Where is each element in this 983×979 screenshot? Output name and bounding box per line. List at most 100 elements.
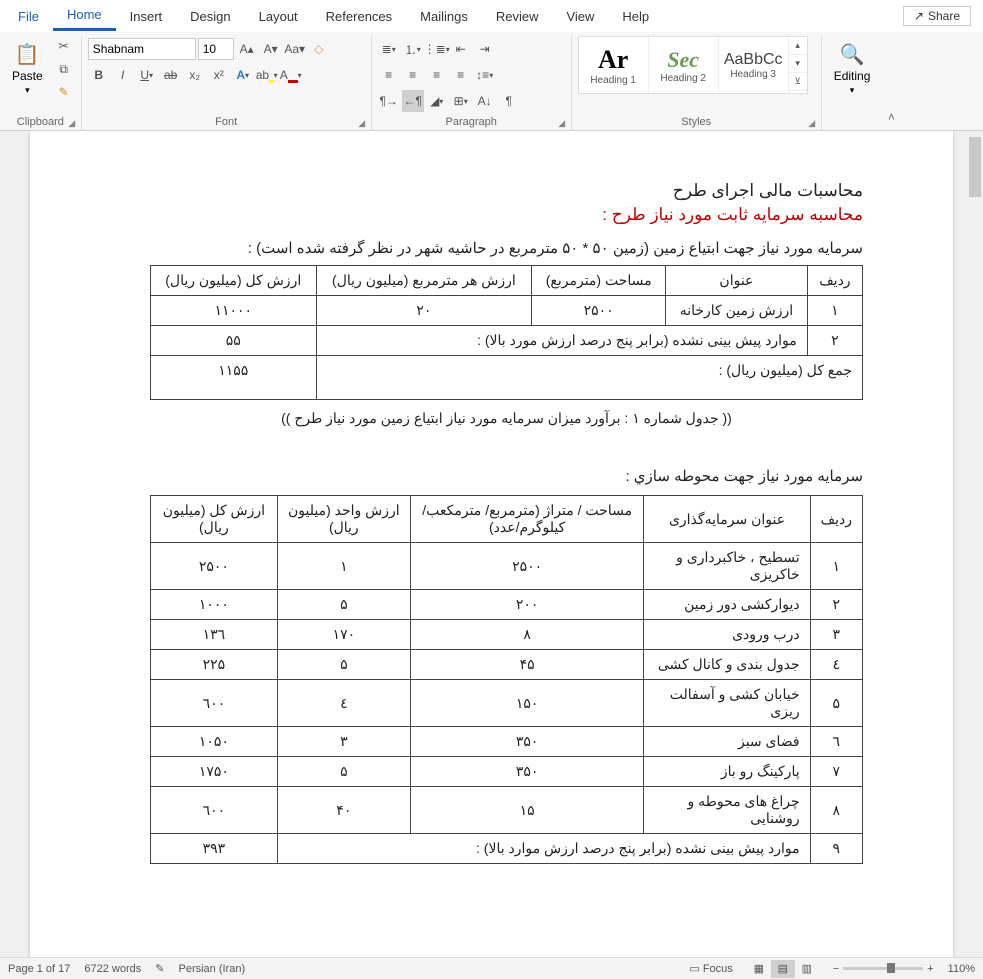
view-buttons: ▦ ▤ ▥	[747, 960, 819, 978]
borders-button[interactable]: ⊞▾	[450, 90, 472, 112]
group-clipboard: 📋 Paste ▾ ✂ ⧉ ✎ Clipboard ◢	[0, 36, 82, 130]
focus-mode-button[interactable]: ▭ Focus	[689, 962, 732, 975]
editing-button[interactable]: 🔍 Editing ▾	[828, 36, 877, 102]
styles-down-button[interactable]: ▾	[789, 55, 807, 73]
spell-check-button[interactable]: ✎	[155, 962, 164, 975]
align-center-icon: ≡	[409, 68, 416, 82]
numbering-icon: ⒈	[405, 41, 417, 58]
rtl-button[interactable]: ←¶	[402, 90, 424, 112]
clipboard-dialog-launcher[interactable]: ◢	[65, 116, 79, 130]
align-left-button[interactable]: ≡	[378, 64, 400, 86]
style-heading1[interactable]: Ar Heading 1	[579, 37, 649, 93]
paragraph-label: Paragraph	[378, 114, 565, 130]
show-marks-button[interactable]: ¶	[498, 90, 520, 112]
tab-mailings[interactable]: Mailings	[406, 3, 482, 30]
bold-button[interactable]: B	[88, 64, 110, 86]
strike-button[interactable]: ab	[160, 64, 182, 86]
font-label: Font	[88, 114, 365, 130]
tab-file[interactable]: File	[4, 3, 53, 30]
status-bar: Page 1 of 17 6722 words ✎ Persian (Iran)…	[0, 957, 983, 979]
table-row: ۳درب ورودی۸۱۷۰۱۳٦	[151, 620, 863, 650]
font-size-select[interactable]	[198, 38, 234, 60]
sort-button[interactable]: A↓	[474, 90, 496, 112]
document-page[interactable]: محاسبات مالی اجرای طرح محاسبه سرمایه ثاب…	[30, 131, 953, 957]
vertical-scrollbar[interactable]	[966, 131, 983, 957]
brush-icon: ✎	[59, 85, 69, 99]
bullets-button[interactable]: ≣▾	[378, 38, 400, 60]
superscript-button[interactable]: x²	[208, 64, 230, 86]
decrease-indent-icon: ⇤	[456, 42, 466, 56]
format-painter-button[interactable]: ✎	[53, 81, 75, 102]
tab-view[interactable]: View	[552, 3, 608, 30]
subscript-button[interactable]: x₂	[184, 64, 206, 86]
style-heading2[interactable]: Sec Heading 2	[649, 37, 719, 93]
tab-home[interactable]: Home	[53, 1, 116, 31]
table-row: ٦فضای سبز۳۵۰۳۱۰۵۰	[151, 727, 863, 757]
tab-review[interactable]: Review	[482, 3, 553, 30]
highlight-button[interactable]: ab▾	[256, 64, 278, 86]
table-row: جمع کل (میلیون ریال) : ۱۱۵۵	[151, 356, 863, 400]
zoom-level[interactable]: 110%	[948, 963, 975, 975]
increase-indent-button[interactable]: ⇥	[474, 38, 496, 60]
word-count[interactable]: 6722 words	[84, 963, 141, 975]
tab-references[interactable]: References	[312, 3, 406, 30]
clear-format-button[interactable]: ◇	[308, 38, 330, 60]
copy-button[interactable]: ⧉	[53, 59, 75, 80]
change-case-button[interactable]: Aa▾	[284, 38, 306, 60]
multilevel-button[interactable]: ⋮≣▾	[426, 38, 448, 60]
italic-button[interactable]: I	[112, 64, 134, 86]
group-editing: 🔍 Editing ▾	[822, 36, 883, 130]
table-row: ردیف عنوان سرمایه‌گذاری مساحت / متراژ (م…	[151, 496, 863, 543]
font-name-select[interactable]	[88, 38, 196, 60]
document-area: محاسبات مالی اجرای طرح محاسبه سرمایه ثاب…	[0, 131, 983, 957]
eraser-icon: ◇	[314, 42, 323, 56]
styles-more-button[interactable]: ⊻	[789, 73, 807, 91]
bullets-icon: ≣	[382, 42, 392, 56]
cut-button[interactable]: ✂	[53, 36, 75, 57]
text-effects-button[interactable]: A▾	[232, 64, 254, 86]
multilevel-icon: ⋮≣	[424, 42, 446, 56]
chevron-down-icon: ▾	[850, 85, 855, 96]
web-layout-button[interactable]: ▥	[795, 960, 819, 978]
grow-font-button[interactable]: A▴	[236, 38, 258, 60]
decrease-indent-button[interactable]: ⇤	[450, 38, 472, 60]
ltr-icon: ¶→	[379, 94, 397, 108]
zoom-thumb[interactable]	[887, 963, 895, 973]
tab-insert[interactable]: Insert	[116, 3, 177, 30]
paragraph-dialog-launcher[interactable]: ◢	[555, 116, 569, 130]
underline-button[interactable]: U▾	[136, 64, 158, 86]
shrink-font-button[interactable]: A▾	[260, 38, 282, 60]
align-right-button[interactable]: ≡	[426, 64, 448, 86]
zoom-slider[interactable]	[843, 967, 923, 970]
tab-layout[interactable]: Layout	[245, 3, 312, 30]
numbering-button[interactable]: ⒈▾	[402, 38, 424, 60]
zoom-out-button[interactable]: −	[833, 963, 839, 975]
styles-up-button[interactable]: ▴	[789, 37, 807, 55]
pilcrow-icon: ¶	[505, 94, 511, 108]
up-arrow-icon: ▴	[795, 40, 800, 51]
language-indicator[interactable]: Persian (Iran)	[178, 963, 245, 975]
styles-dialog-launcher[interactable]: ◢	[805, 116, 819, 130]
paste-button[interactable]: 📋 Paste ▾	[6, 36, 49, 102]
share-button[interactable]: ↗ Share	[903, 6, 971, 26]
scroll-thumb[interactable]	[969, 137, 981, 197]
tab-help[interactable]: Help	[608, 3, 663, 30]
style-heading3[interactable]: AaBbCc Heading 3	[719, 37, 789, 93]
line-spacing-button[interactable]: ↕≡▾	[474, 64, 496, 86]
style1-name: Heading 1	[590, 75, 636, 86]
align-center-button[interactable]: ≡	[402, 64, 424, 86]
font-color-button[interactable]: A▾	[280, 64, 302, 86]
ltr-button[interactable]: ¶→	[378, 90, 400, 112]
read-mode-button[interactable]: ▦	[747, 960, 771, 978]
page-indicator[interactable]: Page 1 of 17	[8, 963, 70, 975]
collapse-ribbon-button[interactable]: ˄	[882, 36, 900, 130]
justify-button[interactable]: ≡	[450, 64, 472, 86]
print-layout-button[interactable]: ▤	[771, 960, 795, 978]
doc-subheading: محاسبه سرمایه ثابت مورد نیاز طرح :	[150, 205, 863, 225]
zoom-in-button[interactable]: +	[927, 963, 933, 975]
chevron-up-icon: ˄	[888, 110, 895, 124]
tab-design[interactable]: Design	[176, 3, 244, 30]
group-font: A▴ A▾ Aa▾ ◇ B I U▾ ab x₂ x² A▾ ab▾ A▾ Fo	[82, 36, 372, 130]
font-dialog-launcher[interactable]: ◢	[355, 116, 369, 130]
shading-button[interactable]: ◢▾	[426, 90, 448, 112]
